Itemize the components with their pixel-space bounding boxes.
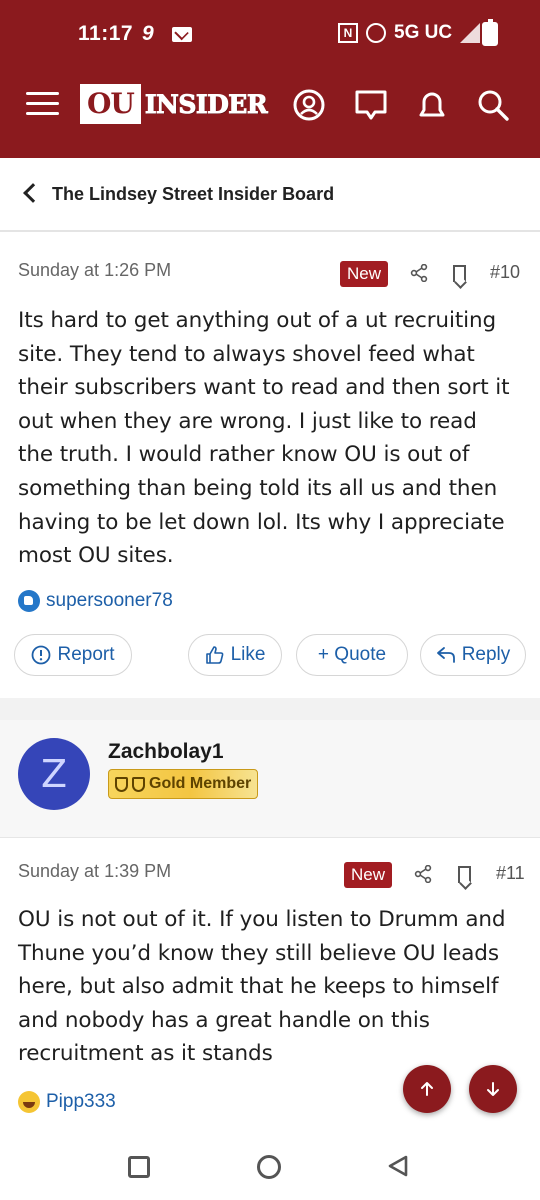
post-line: most OU sites. (18, 543, 174, 569)
laugh-reaction-icon (18, 1091, 40, 1113)
status-time: 11:17 (78, 22, 134, 45)
alerts-icon[interactable] (415, 88, 449, 122)
signal-icon (460, 23, 481, 43)
like-reaction-icon (18, 590, 40, 612)
post-line: OU is not out of it. If you listen to Dr… (18, 907, 506, 932)
post-line: here, but also admit that he keeps to hi… (18, 974, 499, 1000)
quote-label: + Quote (317, 644, 387, 665)
post-number[interactable]: #10 (490, 262, 520, 283)
scroll-down-button[interactable] (469, 1065, 517, 1113)
system-nav-bar (0, 1135, 540, 1200)
post-author-block: Z Zachbolay1 Gold Member (0, 720, 540, 838)
reaction-user[interactable]: Pipp333 (46, 1091, 116, 1113)
breadcrumb-label[interactable]: The Lindsey Street Insider Board (52, 184, 334, 205)
post-timestamp[interactable]: Sunday at 1:39 PM (18, 861, 171, 882)
arrow-up-icon (421, 1082, 433, 1096)
reply-icon (436, 647, 455, 663)
share-icon[interactable] (414, 865, 432, 883)
alarm-icon (366, 23, 386, 43)
post-line: having to be let down lol. Its why I app… (18, 509, 505, 535)
quote-button[interactable]: + Quote (296, 634, 408, 676)
bookmark-icon[interactable] (458, 866, 471, 883)
nfc-icon: N (338, 23, 358, 43)
reaction-user[interactable]: supersooner78 (46, 590, 173, 612)
network-label: 5G UC (394, 22, 453, 43)
post-line: something than being told its all us and… (18, 475, 498, 501)
post-timestamp[interactable]: Sunday at 1:26 PM (18, 260, 171, 281)
arrow-down-icon (487, 1082, 499, 1096)
rank-label: Gold Member (149, 775, 252, 792)
post-line: Thune you’d know they still believe OU l… (18, 940, 499, 966)
shield-icon (132, 776, 145, 792)
report-label: Report (57, 644, 115, 665)
search-icon[interactable] (476, 88, 510, 122)
notification-icon: 9 (142, 22, 154, 45)
logo-ou: OU (80, 84, 141, 124)
battery-icon (482, 19, 498, 46)
reply-button[interactable]: Reply (420, 634, 526, 676)
home-icon[interactable] (257, 1155, 281, 1179)
post-line: the truth. I would rather know OU is out… (18, 442, 470, 468)
post-body: OU is not out of it. If you listen to Dr… (18, 903, 528, 1071)
avatar[interactable]: Z (18, 738, 90, 810)
post-number[interactable]: #11 (496, 863, 525, 884)
bookmark-icon[interactable] (453, 265, 466, 282)
post-10: Sunday at 1:26 PM New #10 Its hard to ge… (0, 234, 540, 698)
author-username[interactable]: Zachbolay1 (108, 740, 224, 764)
messages-icon[interactable] (354, 88, 388, 122)
post-separator (0, 698, 540, 720)
new-badge: New (344, 862, 393, 888)
post-actions: Report Like + Quote Reply (0, 634, 540, 678)
share-icon[interactable] (410, 264, 428, 282)
account-icon[interactable] (292, 88, 326, 122)
post-line: recruitment as it stands (18, 1041, 273, 1067)
post-line: out when they are wrong. I just like to … (18, 408, 477, 434)
post-line: Its hard to get anything out of a ut rec… (18, 308, 497, 333)
status-bar: 11:17 9 N 5G UC (0, 0, 540, 70)
like-label: Like (230, 644, 266, 665)
shield-icon (115, 776, 128, 792)
like-button[interactable]: Like (188, 634, 282, 676)
reaction-summary[interactable]: supersooner78 (18, 590, 173, 612)
reply-label: Reply (461, 644, 511, 665)
post-body: Its hard to get anything out of a ut rec… (18, 304, 528, 573)
breadcrumb[interactable]: The Lindsey Street Insider Board (0, 158, 540, 232)
status-indicators: N 5G UC (338, 22, 481, 44)
site-logo[interactable]: OU INSIDER (80, 84, 268, 124)
post-line: their subscribers want to read and then … (18, 375, 510, 401)
new-badge: New (340, 261, 389, 287)
rank-badge: Gold Member (108, 769, 259, 799)
post-line: and nobody has a great handle on this (18, 1007, 430, 1033)
logo-insider: INSIDER (144, 89, 268, 119)
scroll-up-button[interactable] (403, 1065, 451, 1113)
post-line: site. They tend to always shovel feed wh… (18, 341, 475, 367)
mail-icon (172, 27, 192, 42)
chevron-left-icon (23, 183, 43, 203)
report-icon (32, 645, 51, 665)
thumbs-up-icon (205, 646, 223, 664)
reaction-summary[interactable]: Pipp333 (18, 1091, 116, 1113)
site-header: OU INSIDER (0, 70, 540, 140)
recents-icon[interactable] (128, 1156, 150, 1178)
menu-icon[interactable] (26, 92, 59, 116)
post-11: Sunday at 1:39 PM New #11 OU is not out … (0, 839, 540, 1135)
back-icon[interactable] (386, 1154, 410, 1178)
top-bar: 11:17 9 N 5G UC OU INSIDER (0, 0, 540, 158)
report-button[interactable]: Report (14, 634, 132, 676)
